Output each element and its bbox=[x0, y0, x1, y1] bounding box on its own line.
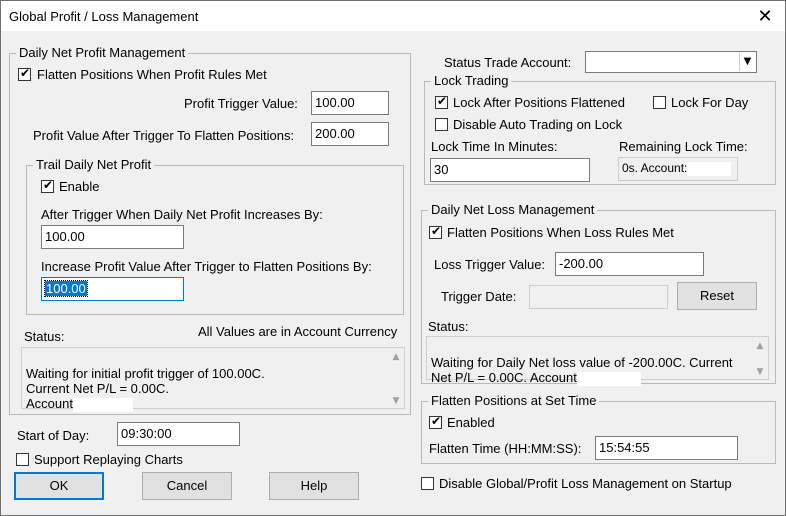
remaining-lock-label: Remaining Lock Time: bbox=[619, 139, 748, 154]
remaining-lock-text: 0s. Account: bbox=[622, 161, 688, 175]
loss-flatten-label: Flatten Positions When Loss Rules Met bbox=[447, 225, 674, 240]
profit-trigger-label: Profit Trigger Value: bbox=[184, 96, 298, 111]
trail-inc-flatten-label: Increase Profit Value After Trigger to F… bbox=[41, 259, 372, 274]
profit-group-legend: Daily Net Profit Management bbox=[16, 45, 189, 60]
disable-auto-checkbox[interactable] bbox=[435, 118, 448, 131]
status-account-label: Status Trade Account: bbox=[444, 55, 572, 70]
loss-status-box[interactable]: Waiting for Daily Net loss value of -200… bbox=[426, 336, 769, 386]
trail-enable-checkbox[interactable] bbox=[41, 178, 54, 193]
profit-after-label: Profit Value After Trigger To Flatten Po… bbox=[33, 128, 295, 143]
trail-enable-label: Enable bbox=[59, 179, 100, 194]
scroll-up-icon[interactable]: ▲ bbox=[754, 339, 766, 351]
lock-after-flat-label: Lock After Positions Flattened bbox=[453, 95, 625, 110]
profit-trigger-input[interactable]: 100.00 bbox=[311, 91, 389, 115]
currency-note: All Values are in Account Currency bbox=[198, 324, 398, 339]
profit-status-box[interactable]: Waiting for initial profit trigger of 10… bbox=[21, 347, 405, 412]
profit-status-text: Waiting for initial profit trigger of 10… bbox=[26, 366, 265, 411]
disable-startup-checkbox[interactable] bbox=[421, 477, 434, 490]
account-redaction bbox=[687, 161, 732, 176]
chevron-down-icon[interactable]: ▼ bbox=[739, 53, 755, 71]
remaining-lock-value: 0s. Account: bbox=[618, 157, 738, 181]
lock-minutes-label: Lock Time In Minutes: bbox=[431, 139, 558, 154]
title-bar: Global Profit / Loss Management ✕ bbox=[0, 0, 786, 31]
ok-button[interactable]: OK bbox=[14, 472, 104, 500]
loss-flatten-checkbox[interactable] bbox=[429, 224, 442, 239]
trail-increase-label: After Trigger When Daily Net Profit Incr… bbox=[41, 207, 323, 222]
scroll-up-icon[interactable]: ▲ bbox=[390, 350, 402, 362]
account-redaction bbox=[72, 397, 133, 412]
start-of-day-label: Start of Day: bbox=[17, 428, 90, 443]
profit-flatten-label: Flatten Positions When Profit Rules Met bbox=[37, 67, 267, 82]
help-button[interactable]: Help bbox=[269, 472, 359, 500]
flatten-time-legend: Flatten Positions at Set Time bbox=[428, 393, 600, 408]
profit-flatten-checkbox[interactable] bbox=[18, 66, 31, 81]
trigger-date-input bbox=[529, 285, 668, 309]
trail-increase-input[interactable]: 100.00 bbox=[41, 225, 184, 249]
trail-inc-flatten-input[interactable]: 100.00 bbox=[41, 277, 184, 301]
close-icon[interactable]: ✕ bbox=[753, 4, 777, 28]
loss-trigger-input[interactable]: -200.00 bbox=[555, 252, 704, 276]
lock-for-day-checkbox[interactable] bbox=[653, 96, 666, 109]
cancel-button[interactable]: Cancel bbox=[142, 472, 232, 500]
loss-trigger-label: Loss Trigger Value: bbox=[434, 257, 546, 272]
profit-status-label: Status: bbox=[24, 329, 65, 344]
disable-auto-label: Disable Auto Trading on Lock bbox=[453, 117, 623, 132]
loss-group-legend: Daily Net Loss Management bbox=[428, 202, 598, 217]
disable-startup-label: Disable Global/Profit Loss Management on… bbox=[439, 476, 732, 491]
lock-after-flat-checkbox[interactable] bbox=[435, 94, 448, 109]
status-account-select[interactable]: ▼ bbox=[585, 51, 757, 73]
replay-checkbox[interactable] bbox=[16, 453, 29, 466]
flatten-time-enabled-label: Enabled bbox=[447, 415, 495, 430]
scroll-down-icon[interactable]: ▼ bbox=[390, 394, 402, 406]
trigger-date-label: Trigger Date: bbox=[441, 289, 517, 304]
account-redaction bbox=[576, 371, 641, 386]
lock-for-day-label: Lock For Day bbox=[671, 95, 749, 110]
scroll-down-icon[interactable]: ▼ bbox=[754, 365, 766, 377]
flatten-time-enabled-checkbox[interactable] bbox=[429, 414, 442, 429]
selected-text: 100.00 bbox=[44, 280, 88, 297]
start-of-day-input[interactable]: 09:30:00 bbox=[117, 422, 240, 446]
flatten-time-label: Flatten Time (HH:MM:SS): bbox=[429, 441, 582, 456]
lock-minutes-input[interactable]: 30 bbox=[430, 158, 590, 182]
lock-group-legend: Lock Trading bbox=[431, 73, 512, 88]
flatten-time-input[interactable]: 15:54:55 bbox=[595, 436, 738, 460]
reset-button[interactable]: Reset bbox=[677, 282, 757, 310]
replay-label: Support Replaying Charts bbox=[34, 452, 183, 467]
profit-after-input[interactable]: 200.00 bbox=[311, 122, 389, 146]
window-title: Global Profit / Loss Management bbox=[9, 9, 199, 24]
trail-group-legend: Trail Daily Net Profit bbox=[33, 157, 155, 172]
loss-status-label: Status: bbox=[428, 319, 469, 334]
